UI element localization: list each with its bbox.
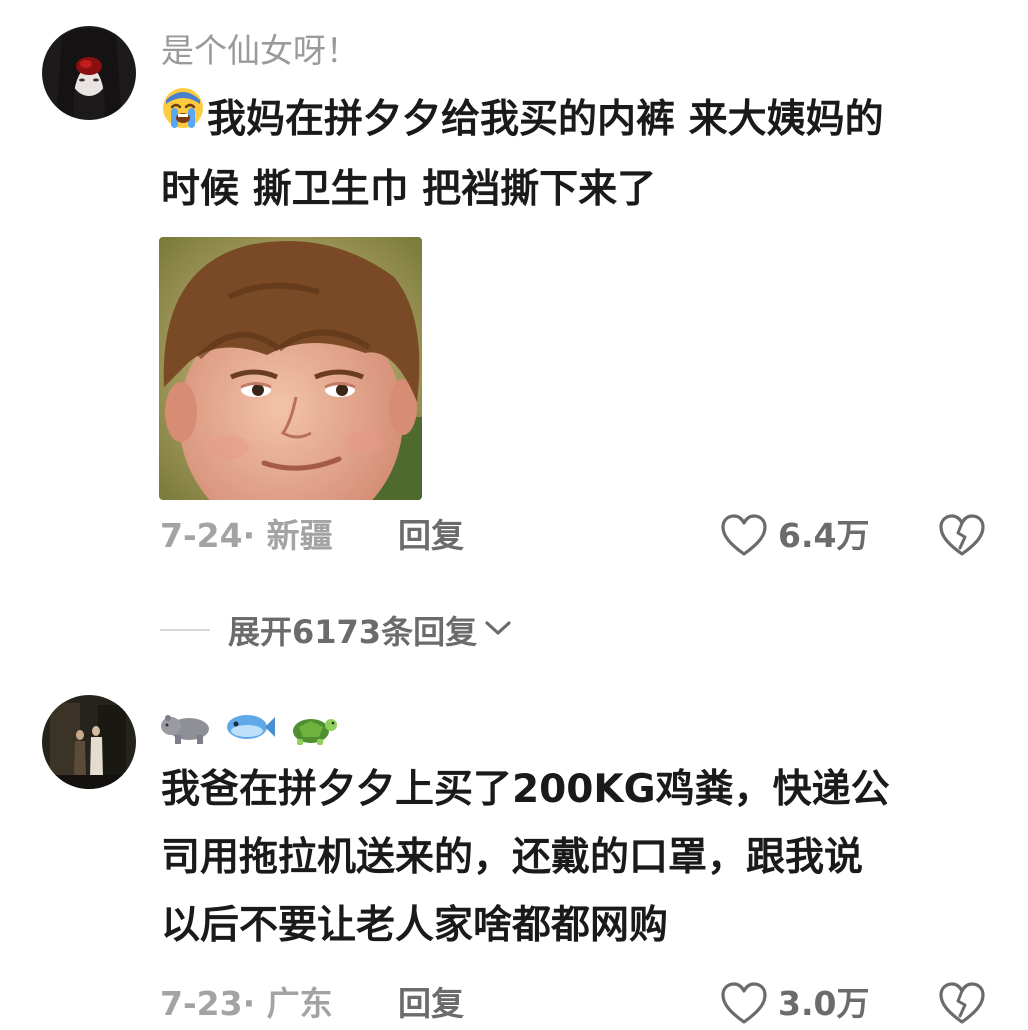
- turtle-icon: [285, 707, 337, 751]
- fish-icon: [223, 709, 275, 749]
- broken-heart-icon[interactable]: [938, 982, 986, 1030]
- reply-button[interactable]: 回复: [398, 984, 464, 1024]
- heart-icon[interactable]: [720, 982, 768, 1030]
- username[interactable]: [161, 706, 337, 752]
- comment-date-location: 7-23· 广东: [160, 984, 333, 1023]
- comment-item: 我爸在拼夕夕上买了200KG鸡粪，快递公 司用拖拉机送来的，还戴的口罩，跟我说 …: [0, 0, 1028, 1024]
- comment-text-line: 以后不要让老人家啥都都网购: [161, 903, 669, 948]
- avatar[interactable]: [42, 695, 136, 789]
- hippo-icon: [161, 709, 213, 749]
- comment-text-line: 司用拖拉机送来的，还戴的口罩，跟我说: [161, 835, 864, 880]
- like-count: 3.0万: [778, 984, 870, 1023]
- comment-text: 我爸在拼夕夕上买了200KG鸡粪，快递公 司用拖拉机送来的，还戴的口罩，跟我说 …: [161, 756, 991, 960]
- comment-text-line: 我爸在拼夕夕上买了200KG鸡粪，快递公: [161, 767, 890, 812]
